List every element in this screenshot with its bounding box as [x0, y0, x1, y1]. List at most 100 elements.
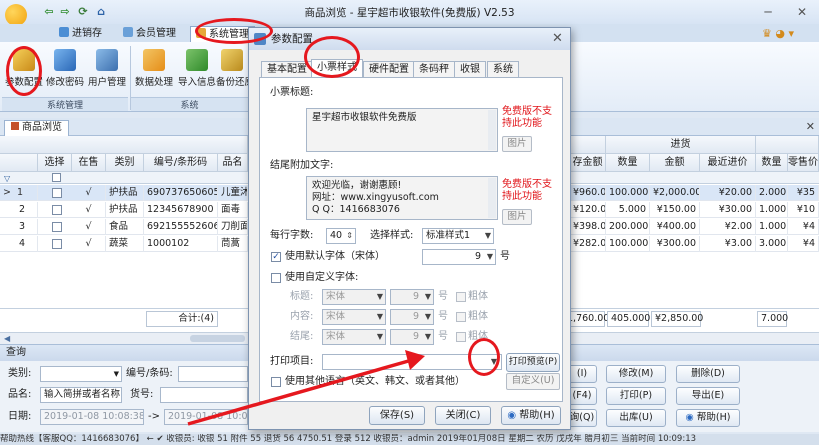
grid-group-header — [0, 136, 248, 154]
tab-system[interactable]: 系统 — [487, 61, 519, 77]
title-font-select[interactable]: 宋体 ▼ — [322, 289, 386, 305]
print-button[interactable]: 打印(P) — [606, 387, 666, 405]
members-icon — [123, 27, 133, 37]
user-icon — [96, 49, 118, 71]
default-font-size-select[interactable]: 9 ▼ — [422, 249, 496, 265]
free-version-note-2: 免费版不支持此功能 — [502, 179, 552, 202]
filter-select-checkbox[interactable] — [52, 173, 61, 182]
free-version-note: 免费版不支持此功能 — [502, 106, 552, 129]
help-icon: ◉ — [507, 410, 517, 421]
footer-size-select[interactable]: 9 ▼ — [390, 329, 434, 345]
close-tab-icon[interactable]: ✕ — [806, 120, 815, 133]
footer-bold-checkbox[interactable] — [456, 332, 466, 342]
col-last-price[interactable]: 最近进价 — [700, 154, 756, 172]
backup-icon — [221, 49, 243, 71]
tab-inventory[interactable]: 进销存 — [54, 26, 107, 42]
image-button-1[interactable]: 图片 — [502, 136, 532, 152]
row-select-checkbox[interactable] — [52, 205, 62, 215]
col-amount[interactable]: 金额 — [650, 154, 700, 172]
grid-group-purchase: 进货 — [606, 136, 756, 154]
print-preview-button[interactable]: 打印预览(P) — [506, 353, 560, 372]
tab-hardware-config[interactable]: 硬件配置 — [363, 61, 415, 77]
content-font-select[interactable]: 宋体 ▼ — [322, 309, 386, 325]
user-management-button[interactable]: 用户管理 — [86, 47, 128, 93]
help-icon: ◉ — [685, 412, 694, 423]
status-bar: 帮助热线【客服QQ：1416683076】 ← ✔ 收银员: 收银 51 附件 … — [0, 434, 819, 445]
f4-button[interactable]: (F4) — [567, 387, 597, 405]
col-select[interactable]: 选择 — [38, 154, 72, 172]
query-button[interactable]: 询(Q) — [567, 409, 597, 427]
grid-group-blank — [570, 136, 606, 154]
dialog-title: 参数配置 — [249, 28, 570, 50]
custom-button[interactable]: 自定义(U) — [506, 373, 560, 390]
save-button[interactable]: 保存(S) — [369, 406, 425, 425]
code-input[interactable] — [178, 366, 248, 382]
close-window-button[interactable]: ✕ — [794, 4, 810, 20]
minimize-button[interactable]: ─ — [760, 4, 776, 20]
delete-button[interactable]: 删除(D) — [676, 365, 740, 383]
tab-cashier[interactable]: 收银 — [454, 61, 486, 77]
shelf-no-input[interactable] — [160, 387, 248, 403]
ribbon-right-icons[interactable]: ♛ ◕ ▾ — [762, 27, 812, 41]
row-select-checkbox[interactable] — [52, 222, 62, 232]
style-select[interactable]: 标准样式1 ▼ — [422, 228, 494, 244]
title-size-select[interactable]: 9 ▼ — [390, 289, 434, 305]
col-code[interactable]: 编号/条形码 — [144, 154, 218, 172]
total-amount: ¥2,850.00 — [651, 311, 703, 327]
receipt-title-textarea[interactable]: 星宇超市收银软件免费版 — [306, 108, 498, 152]
tab-goods-browse[interactable]: 商品浏览 — [4, 120, 69, 136]
highlight-circle — [6, 46, 42, 96]
category-select[interactable]: ▼ — [40, 366, 122, 382]
outbound-button[interactable]: 出库(U) — [606, 409, 666, 427]
import-icon — [186, 49, 208, 71]
data-processing-button[interactable]: 数据处理 — [133, 47, 175, 93]
export-button[interactable]: 导出(E) — [676, 387, 740, 405]
close-dialog-button[interactable]: 关闭(C) — [435, 406, 491, 425]
other-language-checkbox[interactable] — [271, 377, 281, 387]
highlight-circle — [468, 338, 500, 376]
row-select-checkbox[interactable] — [52, 188, 62, 198]
dialog-close-button[interactable]: ✕ — [549, 30, 566, 47]
tab-members[interactable]: 会员管理 — [118, 26, 181, 42]
window-title: 商品浏览 - 星宇超市收银软件(免费版) V2.53 — [304, 7, 515, 19]
inventory-icon — [59, 27, 69, 37]
content-size-select[interactable]: 9 ▼ — [390, 309, 434, 325]
total-count: 合计:(4) — [146, 311, 218, 327]
image-button-2[interactable]: 图片 — [502, 209, 532, 225]
footer-textarea[interactable]: 欢迎光临，谢谢惠顾! 网址：www.xingyusoft.com Q Q：141… — [306, 176, 498, 220]
total-qty2: 7.000 — [757, 311, 788, 327]
add-button[interactable]: (I) — [567, 365, 597, 383]
key-icon — [54, 49, 76, 71]
col-qty[interactable]: 数量 — [606, 154, 650, 172]
col-stock-amount[interactable]: 存金额 — [570, 154, 606, 172]
param-config-dialog: 参数配置 ✕ 基本配置 小票样式 硬件配置 条码秤 收银 系统 小票标题: 星宇… — [248, 27, 571, 430]
title-bold-checkbox[interactable] — [456, 292, 466, 302]
content-bold-checkbox[interactable] — [456, 312, 466, 322]
col-rownum — [0, 154, 38, 172]
col-onsale[interactable]: 在售 — [72, 154, 106, 172]
change-password-button[interactable]: 修改密码 — [44, 47, 86, 93]
footer-font-select[interactable]: 宋体 ▼ — [322, 329, 386, 345]
date-from-input[interactable]: 2019-01-08 10:08:38 — [40, 409, 144, 425]
data-icon — [143, 49, 165, 71]
tab-barcode-scale[interactable]: 条码秤 — [413, 61, 455, 77]
row-select-checkbox[interactable] — [52, 239, 62, 249]
use-default-font-checkbox[interactable]: ✓ — [271, 252, 281, 262]
col-name[interactable]: 品名 — [218, 154, 248, 172]
filter-icon[interactable]: ▽ — [4, 174, 10, 183]
date-to-input[interactable]: 2019-01-08 10:08:38 — [164, 409, 248, 425]
backup-restore-button[interactable]: 备份还原 — [216, 47, 248, 93]
use-custom-font-checkbox[interactable] — [271, 273, 281, 283]
import-info-button[interactable]: 导入信息 — [176, 47, 218, 93]
col-category[interactable]: 类别 — [106, 154, 144, 172]
col-retail[interactable]: 零售价 — [788, 154, 819, 172]
col-qty2[interactable]: 数量 — [756, 154, 788, 172]
highlight-circle — [304, 36, 360, 78]
grid-group-blank2 — [756, 136, 819, 154]
highlight-circle — [195, 18, 273, 44]
name-input[interactable]: 输入简拼或者名称 — [40, 387, 122, 403]
dialog-help-button[interactable]: ◉ 帮助(H) — [501, 406, 561, 425]
modify-button[interactable]: 修改(M) — [606, 365, 666, 383]
chars-per-line-spinner[interactable]: 40 ⇕ — [326, 228, 356, 244]
help-button[interactable]: ◉ 帮助(H) — [676, 409, 740, 427]
